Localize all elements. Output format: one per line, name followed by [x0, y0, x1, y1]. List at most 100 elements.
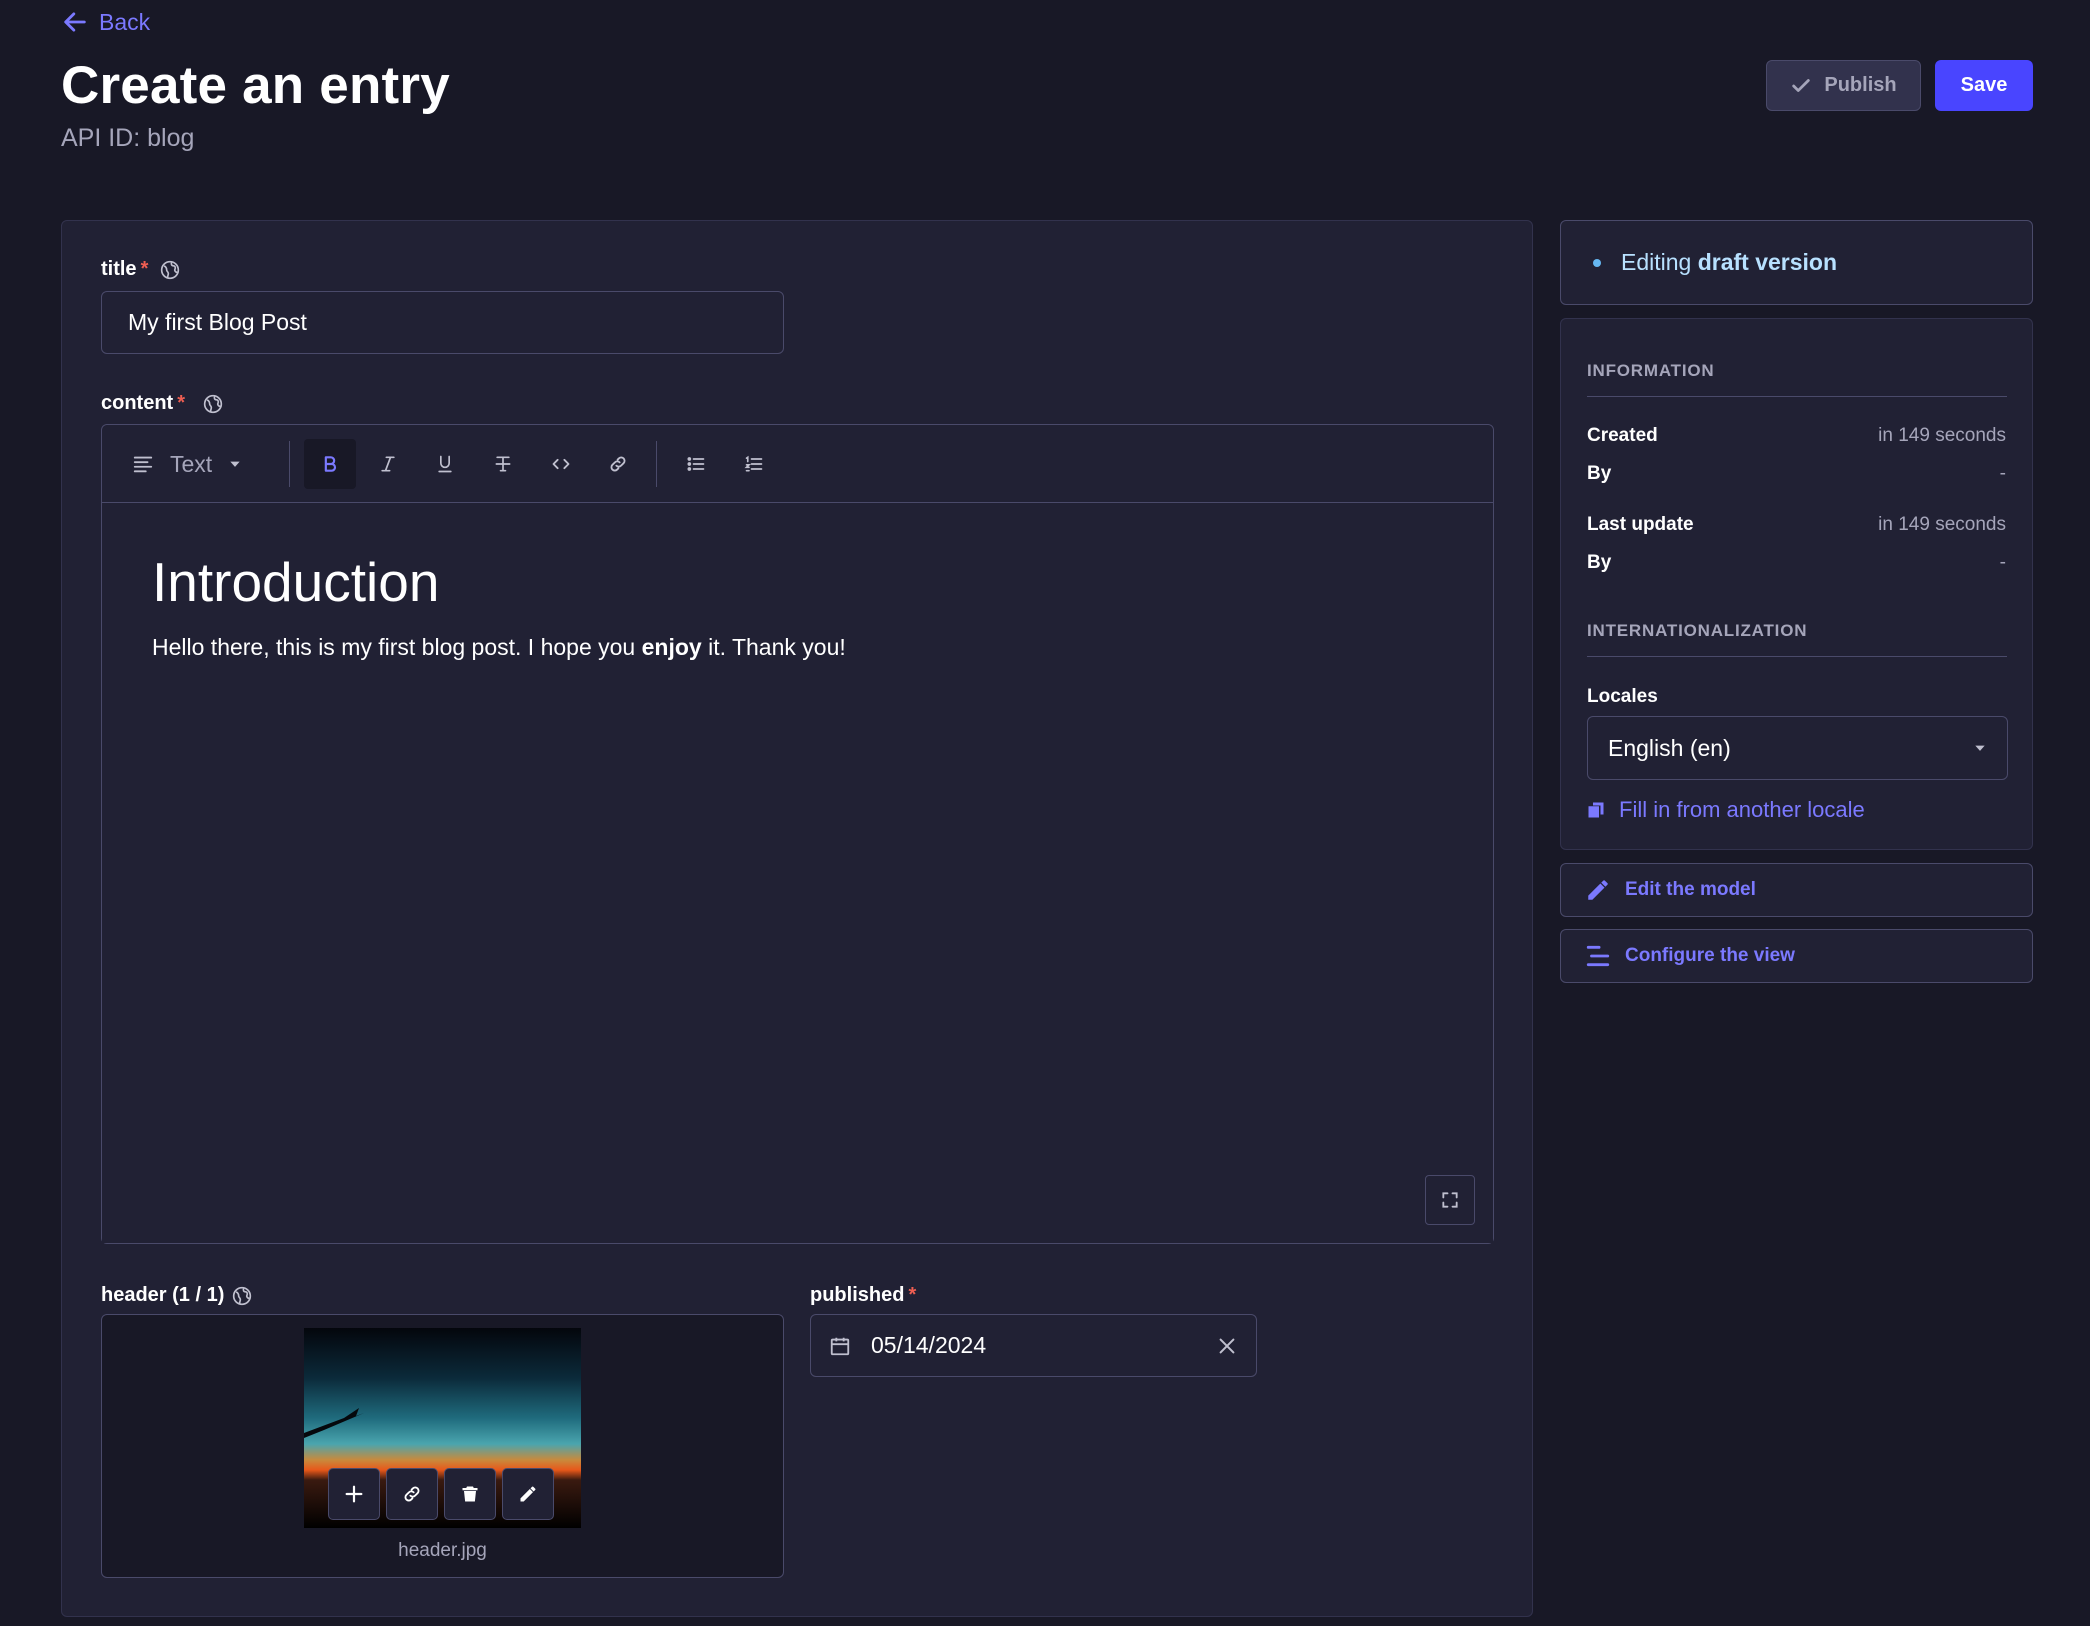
created-by-value: - — [1999, 463, 2006, 484]
globe-icon — [232, 1286, 252, 1306]
bold-button[interactable] — [304, 439, 356, 489]
edit-media-button[interactable] — [502, 1468, 554, 1520]
edit-model-label: Edit the model — [1625, 879, 1756, 900]
back-label: Back — [99, 8, 151, 35]
globe-icon — [203, 394, 223, 414]
content-heading: Introduction — [152, 551, 440, 613]
plus-icon — [343, 1483, 365, 1505]
strikethrough-button[interactable] — [478, 439, 528, 489]
link-button[interactable] — [593, 439, 643, 489]
header-image-preview — [304, 1328, 581, 1528]
copy-link-button[interactable] — [386, 1468, 438, 1520]
calendar-icon — [829, 1335, 851, 1357]
paragraph-text: it. Thank you! — [701, 634, 846, 660]
expand-editor-button[interactable] — [1425, 1175, 1475, 1225]
edit-model-button[interactable]: Edit the model — [1560, 863, 2033, 917]
list-settings-icon — [1585, 943, 1611, 969]
page-title: Create an entry — [61, 56, 450, 115]
expand-icon — [1440, 1190, 1460, 1210]
trash-icon — [461, 1484, 479, 1504]
api-id: API ID: blog — [61, 124, 195, 152]
code-icon — [551, 454, 571, 474]
underline-icon — [435, 454, 455, 474]
updated-by-value: - — [1999, 552, 2006, 573]
title-label-text: title — [101, 258, 137, 280]
strikethrough-icon — [493, 454, 513, 474]
locale-select[interactable]: English (en) — [1587, 716, 2008, 780]
bold-icon — [320, 454, 340, 474]
media-field[interactable]: header.jpg — [101, 1314, 784, 1578]
pencil-icon — [518, 1484, 538, 1504]
toolbar-divider — [656, 441, 657, 487]
configure-view-button[interactable]: Configure the view — [1560, 929, 2033, 983]
published-date-value: 05/14/2024 — [871, 1332, 987, 1358]
code-button[interactable] — [536, 439, 586, 489]
content-paragraph: Hello there, this is my first blog post.… — [152, 634, 846, 661]
content-field-label: content * — [101, 392, 223, 415]
publish-button[interactable]: Publish — [1766, 60, 1921, 111]
status-prefix: Editing — [1621, 249, 1692, 275]
save-button[interactable]: Save — [1935, 60, 2033, 111]
divider — [1587, 396, 2007, 397]
publish-label: Publish — [1824, 74, 1897, 96]
numbered-list-icon — [744, 454, 764, 474]
divider — [1587, 656, 2007, 657]
status-text: Editing draft version — [1621, 249, 1837, 276]
link-icon — [608, 454, 628, 474]
rich-text-editor[interactable]: Text Introduction Hello there, this is m… — [101, 424, 1494, 1244]
caret-down-icon — [1973, 741, 1987, 755]
numbered-list-button[interactable] — [729, 439, 779, 489]
bullet-list-icon — [686, 454, 706, 474]
globe-icon — [160, 260, 180, 280]
italic-icon — [378, 454, 398, 474]
block-style-value: Text — [170, 450, 213, 477]
paragraph-bold-text: enjoy — [641, 634, 702, 660]
arrow-left-icon — [61, 8, 89, 36]
created-by-label: By — [1587, 463, 1612, 484]
draft-status-card: Editing draft version — [1560, 220, 2033, 305]
clear-date-icon[interactable] — [1216, 1335, 1238, 1357]
underline-button[interactable] — [420, 439, 470, 489]
fill-link-label: Fill in from another locale — [1619, 797, 1865, 822]
media-file-name: header.jpg — [398, 1540, 487, 1561]
caret-down-icon — [228, 457, 242, 471]
published-date-input[interactable]: 05/14/2024 — [810, 1314, 1257, 1377]
locales-label: Locales — [1587, 686, 1658, 707]
information-section-title: INFORMATION — [1587, 361, 1715, 380]
updated-by-label: By — [1587, 552, 1612, 573]
created-label: Created — [1587, 425, 1658, 446]
status-dot — [1593, 258, 1601, 267]
updated-value: in 149 seconds — [1878, 514, 2006, 535]
required-mark: * — [140, 258, 149, 280]
delete-media-button[interactable] — [444, 1468, 496, 1520]
created-value: in 149 seconds — [1878, 425, 2006, 446]
editor-toolbar: Text — [102, 425, 1493, 503]
italic-button[interactable] — [363, 439, 413, 489]
fill-from-locale-link[interactable]: Fill in from another locale — [1587, 797, 1865, 823]
block-style-select[interactable]: Text — [132, 439, 242, 489]
bullet-list-button[interactable] — [671, 439, 721, 489]
link-icon — [402, 1484, 422, 1504]
updated-label: Last update — [1587, 514, 1694, 535]
duplicate-icon — [1587, 800, 1605, 820]
information-panel: INFORMATION Created in 149 seconds By - … — [1560, 318, 2033, 850]
add-media-button[interactable] — [328, 1468, 380, 1520]
title-field-label: title * — [101, 258, 180, 281]
toolbar-divider — [289, 441, 290, 487]
title-input[interactable]: My first Blog Post — [101, 291, 784, 354]
status-bold: draft version — [1697, 249, 1838, 275]
required-mark: * — [908, 1284, 917, 1306]
required-mark: * — [177, 392, 186, 414]
header-label-text: header (1 / 1) — [101, 1284, 225, 1306]
align-left-icon — [132, 453, 154, 475]
published-field-label: published * — [810, 1284, 916, 1307]
paragraph-text: Hello there, this is my first blog post.… — [152, 634, 642, 660]
check-icon — [1790, 75, 1812, 97]
content-label-text: content — [101, 392, 174, 414]
published-label-text: published — [810, 1284, 905, 1306]
header-field-label: header (1 / 1) — [101, 1284, 252, 1307]
configure-view-label: Configure the view — [1625, 945, 1795, 966]
editor-content[interactable]: Introduction Hello there, this is my fir… — [102, 504, 1493, 1243]
pencil-icon — [1585, 877, 1611, 903]
back-link[interactable]: Back — [61, 8, 150, 36]
